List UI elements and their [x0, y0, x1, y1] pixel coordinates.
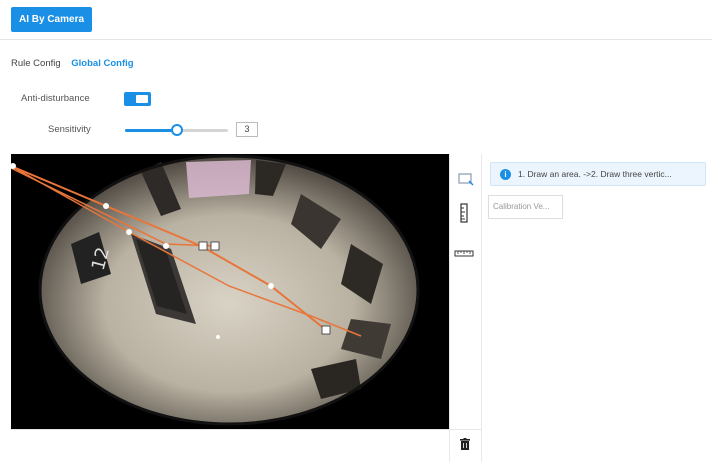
- right-panel: i 1. Draw an area. ->2. Draw three verti…: [481, 154, 712, 462]
- sensitivity-slider[interactable]: [125, 123, 228, 137]
- calibration-verify-button[interactable]: Calibration Ve...: [488, 195, 563, 219]
- fisheye-scene: 12: [11, 154, 449, 429]
- tab-rule-config[interactable]: Rule Config: [11, 58, 61, 69]
- horizontal-ruler-icon[interactable]: [454, 245, 474, 263]
- video-footer: [11, 429, 481, 462]
- trash-icon[interactable]: [460, 438, 470, 456]
- config-tabs: Rule Config Global Config: [11, 58, 142, 69]
- hint-text: 1. Draw an area. ->2. Draw three vertic.…: [518, 169, 672, 179]
- info-icon: i: [500, 169, 511, 180]
- slider-fill: [125, 129, 177, 132]
- vertical-ruler-icon[interactable]: [459, 203, 469, 228]
- top-bar: AI By Camera: [0, 0, 712, 40]
- sensitivity-value-field[interactable]: 3: [236, 122, 258, 137]
- drawing-toolbar: [449, 154, 481, 462]
- draw-area-icon[interactable]: [458, 172, 474, 191]
- ai-by-camera-button[interactable]: AI By Camera: [11, 7, 93, 32]
- sensitivity-label: Sensitivity: [48, 124, 91, 135]
- instruction-hint: i 1. Draw an area. ->2. Draw three verti…: [490, 162, 706, 186]
- fisheye-video-view[interactable]: 12: [11, 154, 449, 429]
- toggle-knob: [136, 95, 148, 103]
- tab-global-config[interactable]: Global Config: [71, 58, 133, 69]
- anti-disturbance-label: Anti-disturbance: [21, 93, 90, 104]
- slider-thumb[interactable]: [170, 124, 183, 136]
- anti-disturbance-toggle[interactable]: [124, 92, 151, 106]
